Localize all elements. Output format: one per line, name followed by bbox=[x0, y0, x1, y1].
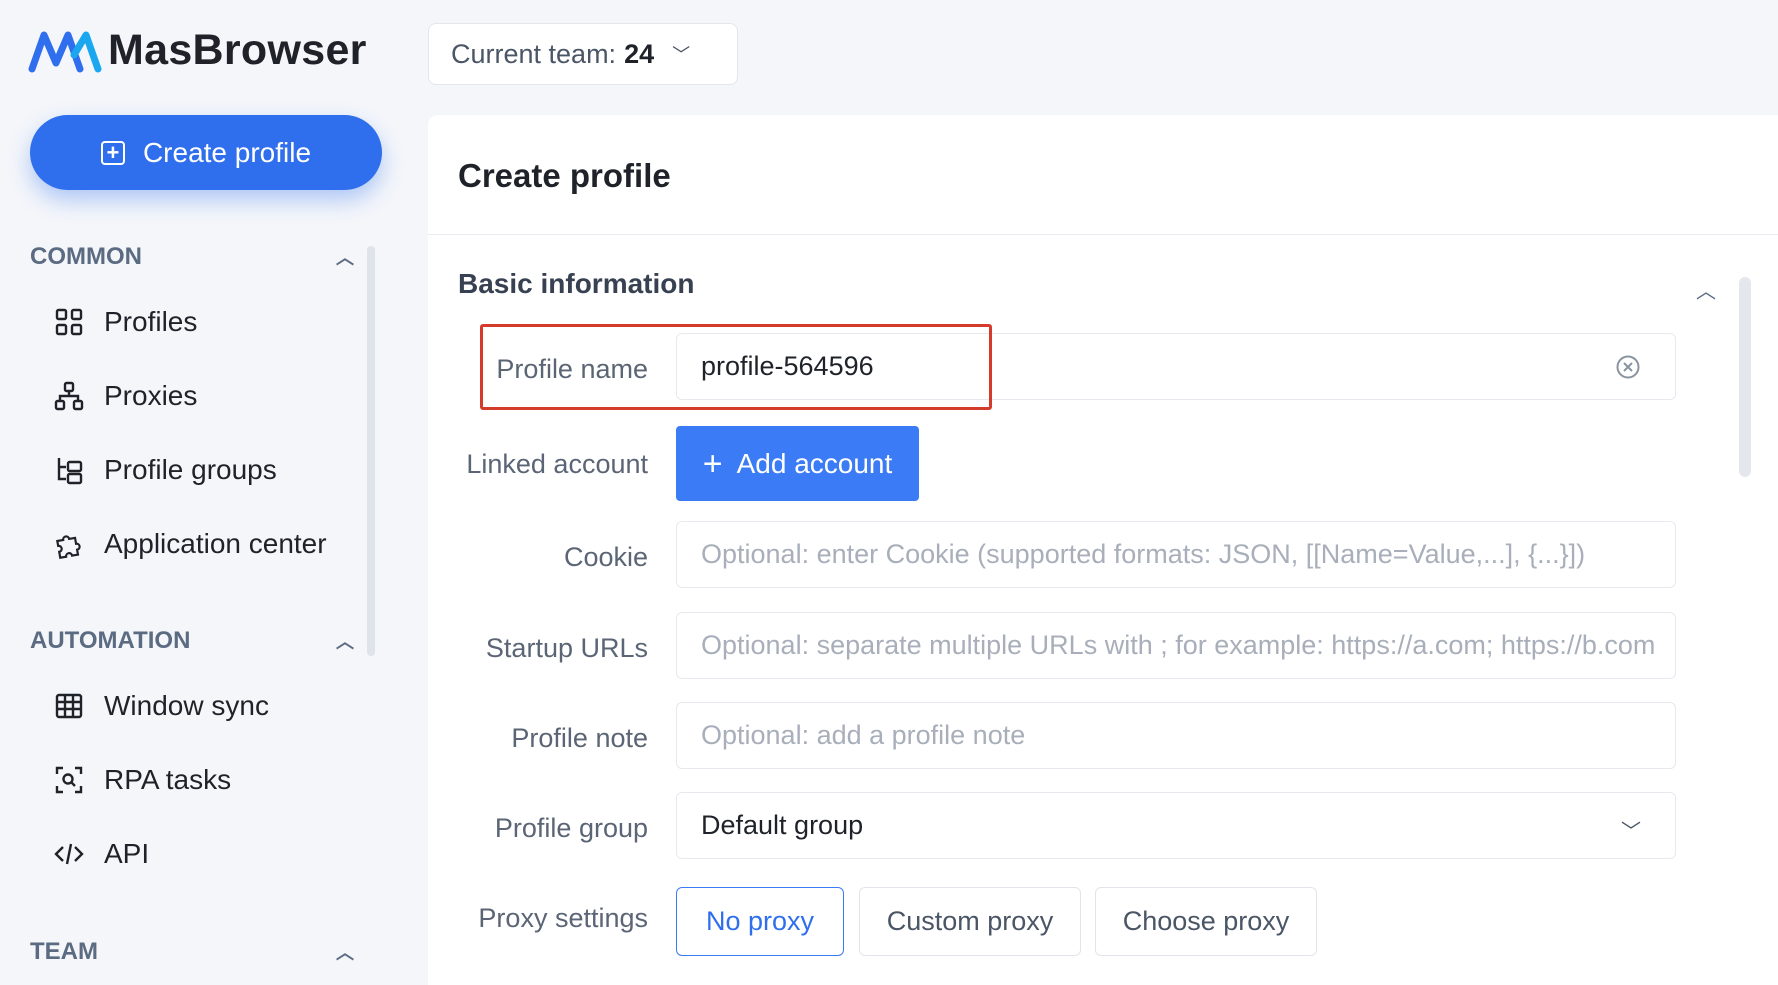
profile-group-select[interactable]: Default group ﹀ bbox=[676, 792, 1676, 859]
profile-note-input[interactable]: Optional: add a profile note bbox=[676, 702, 1676, 769]
chevron-up-icon: ︿ bbox=[336, 248, 354, 268]
section-header-team[interactable]: TEAM ︿ bbox=[30, 938, 360, 966]
plus-icon: + bbox=[702, 444, 723, 483]
profile-name-input[interactable]: profile-564596 bbox=[676, 333, 1676, 400]
profile-group-label: Profile group bbox=[494, 813, 648, 843]
app-name: MasBrowser bbox=[108, 26, 367, 74]
chevron-up-icon: ︿ bbox=[336, 632, 354, 652]
cookie-input[interactable]: Optional: enter Cookie (supported format… bbox=[676, 521, 1676, 588]
divider bbox=[428, 234, 1778, 235]
content-scrollbar[interactable] bbox=[1739, 277, 1751, 477]
cookie-label: Cookie bbox=[563, 542, 648, 572]
profile-note-label: Profile note bbox=[511, 723, 648, 753]
startup-urls-label: Startup URLs bbox=[485, 633, 648, 663]
chevron-up-icon: ︿ bbox=[336, 943, 354, 963]
collapse-chevron-icon[interactable]: ︿ bbox=[1696, 275, 1716, 304]
masbrowser-logo-icon bbox=[28, 31, 102, 72]
code-icon bbox=[54, 843, 84, 865]
custom-proxy-option[interactable]: Custom proxy bbox=[859, 887, 1081, 956]
proxy-settings-label: Proxy settings bbox=[478, 903, 648, 933]
chevron-down-icon: ﹀ bbox=[1621, 821, 1641, 843]
create-profile-label: Create profile bbox=[142, 136, 312, 168]
grid-icon bbox=[55, 308, 83, 336]
network-icon bbox=[54, 381, 84, 411]
chevron-down-icon: ﹀ bbox=[672, 45, 691, 65]
clear-icon[interactable] bbox=[1615, 354, 1641, 380]
section-header-automation[interactable]: AUTOMATION ︿ bbox=[30, 627, 360, 655]
create-profile-card: Create profile Basic information ︿ Profi… bbox=[428, 115, 1778, 985]
profile-name-label: Profile name bbox=[496, 354, 648, 384]
choose-proxy-option[interactable]: Choose proxy bbox=[1095, 887, 1317, 956]
sidebar-item-application-center[interactable]: Application center bbox=[30, 511, 360, 577]
section-header-common[interactable]: COMMON ︿ bbox=[30, 243, 360, 271]
sidebar-item-window-sync[interactable]: Window sync bbox=[30, 673, 360, 739]
sidebar-item-profile-groups[interactable]: Profile groups bbox=[30, 437, 360, 503]
linked-account-label: Linked account bbox=[466, 449, 648, 479]
puzzle-icon bbox=[56, 535, 81, 559]
sidebar-item-api[interactable]: API bbox=[30, 821, 360, 887]
create-profile-button[interactable]: + Create profile bbox=[30, 115, 382, 190]
add-account-button[interactable]: + Add account bbox=[676, 426, 919, 501]
startup-urls-input[interactable]: Optional: separate multiple URLs with ; … bbox=[676, 612, 1676, 679]
app-logo: MasBrowser bbox=[28, 26, 367, 75]
no-proxy-option[interactable]: No proxy bbox=[676, 887, 844, 956]
folder-tree-icon bbox=[57, 458, 83, 485]
page-title: Create profile bbox=[458, 157, 671, 194]
team-value: 24 bbox=[624, 38, 655, 69]
sidebar-item-proxies[interactable]: Proxies bbox=[30, 363, 360, 429]
plus-square-icon: + bbox=[100, 140, 125, 165]
sidebar-scrollbar[interactable] bbox=[367, 246, 375, 656]
table-icon bbox=[55, 693, 83, 719]
sidebar-item-profiles[interactable]: Profiles bbox=[30, 289, 360, 355]
scan-icon bbox=[55, 766, 83, 794]
section-title: Basic information bbox=[458, 268, 695, 299]
sidebar-item-rpa-tasks[interactable]: RPA tasks bbox=[30, 747, 360, 813]
team-selector[interactable]: Current team: 24 ﹀ bbox=[428, 23, 738, 85]
